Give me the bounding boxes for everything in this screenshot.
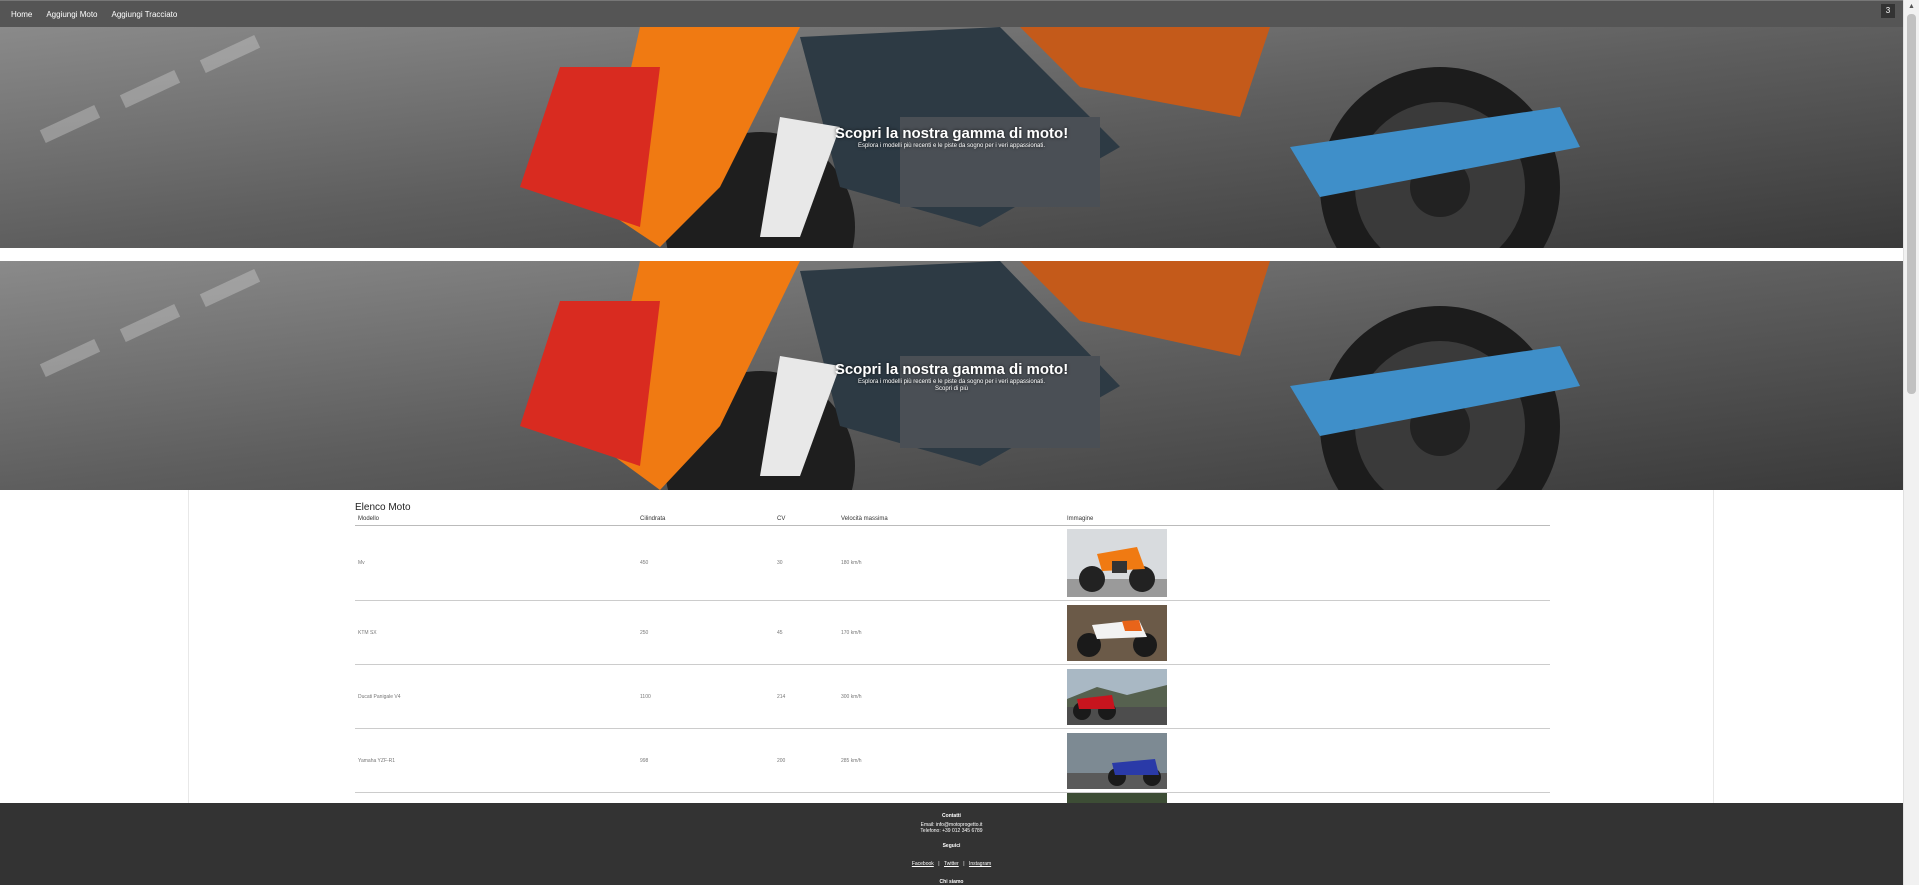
section-title: Elenco Moto: [355, 502, 411, 513]
motorcycle-thumbnail: [1067, 604, 1167, 661]
facebook-link[interactable]: Facebook: [912, 861, 934, 867]
cell-cv: 200: [774, 728, 838, 793]
table-row: KTM SX 250 45 170 km/h: [355, 600, 1550, 665]
separator: |: [938, 861, 940, 867]
page-scrollbar[interactable]: ▲: [1903, 0, 1919, 885]
nav-add-moto-link[interactable]: Aggiungi Moto: [46, 10, 97, 19]
col-header-cv: CV: [774, 515, 838, 526]
moto-table: Modello Cilindrata CV Velocità massima I…: [355, 515, 1550, 814]
nav-home-link[interactable]: Home: [11, 10, 32, 19]
nav-add-track-link[interactable]: Aggiungi Tracciato: [112, 10, 178, 19]
cell-speed: 170 km/h: [838, 600, 1064, 665]
motorcycle-thumbnail: [1067, 668, 1167, 725]
container-border: [1713, 490, 1714, 805]
cell-speed: 285 km/h: [838, 728, 1064, 793]
separator: |: [963, 861, 965, 867]
col-header-image: Immagine: [1064, 515, 1550, 526]
motorcycle-thumbnail: [1067, 732, 1167, 789]
cell-model: Ducati Panigale V4: [355, 664, 637, 729]
instagram-link[interactable]: Instagram: [969, 861, 991, 867]
cell-model: KTM SX: [355, 600, 637, 665]
col-header-cc: Cilindrata: [637, 515, 774, 526]
footer-social-title: Seguici: [942, 843, 961, 849]
table-header-row: Modello Cilindrata CV Velocità massima I…: [355, 515, 1550, 526]
hero-banner-secondary: Scopri la nostra gamma di moto! Esplora …: [0, 261, 1903, 490]
footer-phone: Telefono: +39 012 345 6789: [920, 828, 983, 834]
hero-subtitle: Esplora i modelli più recenti e le piste…: [857, 379, 1046, 385]
cell-cv: 30: [774, 525, 838, 601]
table-row: Yamaha YZF-R1 998 200 285 km/h: [355, 728, 1550, 793]
hero-banner: Scopri la nostra gamma di moto! Esplora …: [0, 27, 1903, 248]
top-navbar: Home Aggiungi Moto Aggiungi Tracciato 3: [0, 0, 1903, 27]
twitter-link[interactable]: Twitter: [944, 861, 959, 867]
scrollbar-thumb[interactable]: [1907, 14, 1916, 394]
scroll-up-arrow-icon[interactable]: ▲: [1908, 3, 1915, 10]
cell-cc: 250: [637, 600, 774, 665]
cell-speed: 180 km/h: [838, 525, 1064, 601]
hero-title: Scopri la nostra gamma di moto!: [834, 361, 1069, 378]
notification-badge[interactable]: 3: [1881, 4, 1895, 18]
footer-contacts-title: Contatti: [942, 813, 961, 819]
table-row: Mv 450 30 180 km/h: [355, 525, 1550, 601]
discover-more-link[interactable]: Scopri di più: [0, 386, 1903, 392]
footer-about-title: Chi siamo: [939, 879, 964, 885]
cell-model: Mv: [355, 525, 637, 601]
table-row: Ducati Panigale V4 1100 214 300 km/h: [355, 664, 1550, 729]
container-border: [188, 490, 189, 805]
hero-title: Scopri la nostra gamma di moto!: [834, 125, 1069, 142]
col-header-speed: Velocità massima: [838, 515, 1064, 526]
hero-subtitle: Esplora i modelli più recenti e le piste…: [857, 143, 1046, 149]
site-footer: Contatti Email: info@motoprogetto.it Tel…: [0, 803, 1903, 894]
cell-cv: 45: [774, 600, 838, 665]
cell-model: Yamaha YZF-R1: [355, 728, 637, 793]
motorcycle-thumbnail: [1067, 529, 1167, 597]
footer-about-text: Progetto Moto e Tracciati è il tuo sito …: [824, 888, 1079, 894]
cell-cc: 450: [637, 525, 774, 601]
cell-cv: 214: [774, 664, 838, 729]
moto-list-section: Elenco Moto Modello Cilindrata CV Veloci…: [355, 500, 1550, 814]
col-header-model: Modello: [355, 515, 637, 526]
cell-speed: 300 km/h: [838, 664, 1064, 729]
cell-cc: 998: [637, 728, 774, 793]
cell-cc: 1100: [637, 664, 774, 729]
